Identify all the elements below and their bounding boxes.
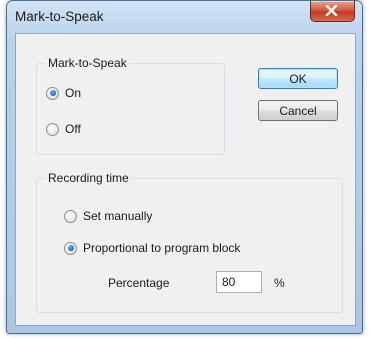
radio-on-label: On (65, 86, 82, 100)
radio-set-manually-button[interactable] (64, 209, 77, 223)
dialog-window: Mark-to-Speak Mark-to-Speak On Off OK Ca… (6, 0, 363, 334)
radio-set-manually[interactable]: Set manually (64, 209, 152, 223)
close-icon (325, 5, 338, 16)
radio-proportional[interactable]: Proportional to program block (64, 241, 240, 255)
radio-off-button[interactable] (46, 122, 59, 136)
radio-off-label: Off (65, 122, 81, 136)
title-bar[interactable]: Mark-to-Speak (7, 1, 362, 33)
mark-to-speak-group: Mark-to-Speak (36, 56, 225, 155)
dialog-client-area: Mark-to-Speak On Off OK Cancel Recording… (15, 33, 356, 326)
radio-on[interactable]: On (46, 86, 81, 100)
radio-off[interactable]: Off (46, 122, 81, 136)
ok-button[interactable]: OK (258, 68, 338, 89)
radio-proportional-button[interactable] (64, 241, 77, 255)
percentage-input[interactable]: 80 (216, 271, 262, 293)
radio-on-button[interactable] (46, 86, 59, 100)
radio-proportional-label: Proportional to program block (83, 241, 241, 255)
percent-unit: % (274, 276, 285, 290)
radio-set-manually-label: Set manually (83, 209, 153, 223)
percentage-label: Percentage (108, 276, 170, 290)
cancel-button[interactable]: Cancel (258, 100, 338, 121)
close-button[interactable] (310, 1, 355, 22)
recording-time-legend: Recording time (45, 171, 132, 185)
window-title: Mark-to-Speak (15, 9, 104, 24)
mark-to-speak-legend: Mark-to-Speak (45, 56, 130, 70)
